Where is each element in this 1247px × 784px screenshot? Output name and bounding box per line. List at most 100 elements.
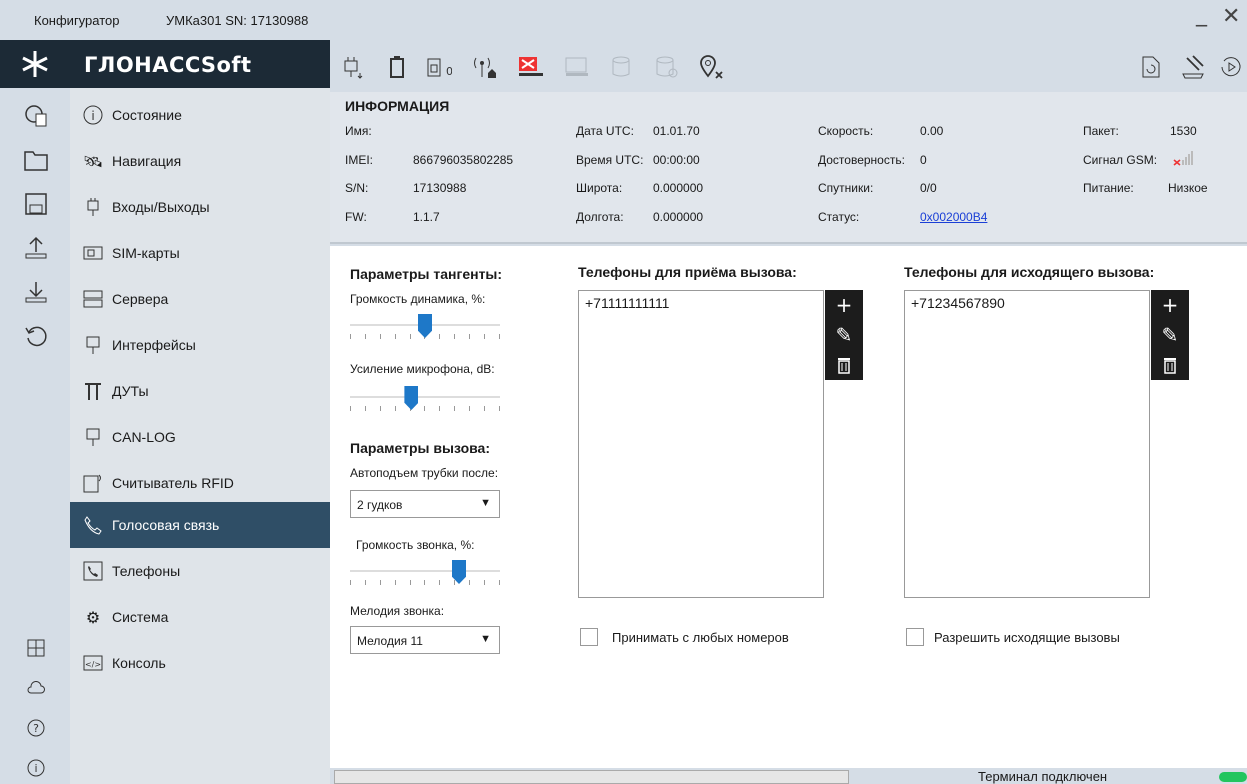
lon-label: Долгота:	[576, 210, 624, 224]
speaker-volume-label: Громкость динамика, %:	[350, 292, 486, 306]
nav-item-interfaces[interactable]: Интерфейсы	[70, 322, 330, 368]
delete-icon[interactable]	[1151, 350, 1189, 380]
outgoing-title: Телефоны для исходящего вызова:	[904, 264, 1155, 280]
device-settings-icon[interactable]	[22, 102, 50, 130]
help-icon[interactable]: ?	[22, 714, 50, 742]
plug-icon	[80, 194, 106, 220]
time-label: Время UTC:	[576, 153, 644, 167]
nav-item-sim[interactable]: SIM-карты	[70, 230, 330, 276]
sim-slot-icon[interactable]: 0	[424, 52, 454, 82]
allow-outgoing-checkbox[interactable]	[906, 628, 924, 646]
autoanswer-label: Автоподъем трубки после:	[350, 466, 499, 480]
autoanswer-select[interactable]: 2 гудков ▼	[350, 490, 500, 518]
headset-title: Параметры тангенты:	[350, 266, 503, 282]
brand-title: ГЛОНАССSoft	[84, 53, 252, 77]
lat-label: Широта:	[576, 181, 623, 195]
title-bar: Конфигуратор УМКа301 SN: 17130988 _ ✕	[0, 0, 1247, 40]
nav-item-label: Интерфейсы	[112, 337, 196, 353]
add-icon[interactable]: +	[1151, 290, 1189, 320]
app-label: Конфигуратор	[34, 13, 120, 28]
autoanswer-value: 2 гудков	[357, 498, 403, 512]
gsm-label: Сигнал GSM:	[1083, 153, 1158, 167]
accept-any-checkbox[interactable]	[580, 628, 598, 646]
minimize-button[interactable]: _	[1196, 4, 1207, 26]
status-link[interactable]: 0x002000B4	[920, 210, 987, 224]
speaker-volume-slider[interactable]	[350, 314, 500, 344]
info-panel: ИНФОРМАЦИЯ Имя: IMEI: 866796035802285 S/…	[330, 92, 1247, 244]
nav-item-state[interactable]: i Состояние	[70, 92, 330, 138]
mic-gain-label: Усиление микрофона, dB:	[350, 362, 495, 376]
ring-volume-label: Громкость звонка, %:	[356, 538, 475, 552]
nav-item-rfid[interactable]: Считыватель RFID	[70, 460, 330, 506]
card-disabled-icon	[562, 52, 592, 82]
connection-status: Терминал подключен	[978, 769, 1108, 784]
replay-icon[interactable]	[1216, 52, 1246, 82]
nav-item-console[interactable]: </> Консоль	[70, 640, 330, 686]
fuel-sensor-icon	[80, 378, 106, 404]
nav-item-system[interactable]: ⚙ Система	[70, 594, 330, 640]
speed-value: 0.00	[920, 124, 944, 138]
edit-icon[interactable]: ✎	[825, 320, 863, 350]
reset-icon[interactable]	[22, 322, 50, 350]
download-icon[interactable]	[22, 278, 50, 306]
nav-item-label: Входы/Выходы	[112, 199, 210, 215]
info-title: ИНФОРМАЦИЯ	[345, 98, 450, 114]
delete-icon[interactable]	[825, 350, 863, 380]
nav-item-fuel-sensors[interactable]: ДУТы	[70, 368, 330, 414]
list-item[interactable]: +71234567890	[911, 295, 1143, 311]
power-plug-icon[interactable]	[338, 52, 368, 82]
cloud-sync-icon[interactable]	[22, 674, 50, 702]
incoming-phones-list[interactable]: +71111111111	[578, 290, 824, 598]
gsm-home-icon[interactable]	[470, 52, 500, 82]
nav-item-label: Сервера	[112, 291, 169, 307]
list-item[interactable]: +71111111111	[585, 295, 817, 311]
battery-icon[interactable]	[382, 52, 412, 82]
nav-item-navigation[interactable]: 🛰 Навигация	[70, 138, 330, 184]
close-button[interactable]: ✕	[1222, 6, 1240, 28]
validity-value: 0	[920, 153, 927, 167]
nav-item-label: Консоль	[112, 655, 166, 671]
melody-select[interactable]: Мелодия 11 ▼	[350, 626, 500, 654]
rfid-icon	[80, 470, 106, 496]
nav-item-label: SIM-карты	[112, 245, 180, 261]
logo-area	[0, 40, 70, 88]
outgoing-phones-list[interactable]: +71234567890	[904, 290, 1150, 598]
nav-item-phones[interactable]: Телефоны	[70, 548, 330, 594]
edit-icon[interactable]: ✎	[1151, 320, 1189, 350]
melody-label: Мелодия звонка:	[350, 604, 445, 618]
svg-text:0: 0	[446, 65, 452, 78]
nav-item-servers[interactable]: Сервера	[70, 276, 330, 322]
progress-bar	[334, 770, 849, 784]
refresh-file-icon[interactable]	[1136, 52, 1166, 82]
nav-item-voice[interactable]: Голосовая связь	[70, 502, 330, 548]
sim-icon	[80, 240, 106, 266]
logo-icon	[22, 51, 48, 77]
connection-led	[1219, 772, 1247, 782]
console-icon: </>	[80, 650, 106, 676]
gps-error-icon[interactable]	[516, 52, 546, 82]
server-icon	[80, 286, 106, 312]
outgoing-list-tools: + ✎	[1151, 290, 1189, 380]
save-icon[interactable]	[22, 190, 50, 218]
fw-value: 1.1.7	[413, 210, 440, 224]
svg-text:</>: </>	[85, 660, 101, 669]
sats-label: Спутники:	[818, 181, 874, 195]
incoming-list-tools: + ✎	[825, 290, 863, 380]
device-title: УМКа301 SN: 17130988	[166, 13, 309, 28]
mic-gain-slider[interactable]	[350, 386, 500, 416]
call-params-title: Параметры вызова:	[350, 440, 490, 456]
location-off-icon[interactable]	[696, 52, 726, 82]
status-bar: Терминал подключен	[330, 768, 1247, 784]
about-icon[interactable]: i	[22, 754, 50, 782]
open-folder-icon[interactable]	[22, 146, 50, 174]
calculator-icon[interactable]	[22, 634, 50, 662]
nav-item-label: Система	[112, 609, 169, 625]
upload-icon[interactable]	[22, 234, 50, 262]
add-icon[interactable]: +	[825, 290, 863, 320]
write-device-icon[interactable]	[1178, 52, 1208, 82]
nav-item-can-log[interactable]: CAN-LOG	[70, 414, 330, 460]
chevron-down-icon: ▼	[480, 633, 491, 645]
nav-item-io[interactable]: Входы/Выходы	[70, 184, 330, 230]
nav-item-label: Считыватель RFID	[112, 475, 234, 491]
ring-volume-slider[interactable]	[350, 560, 500, 590]
